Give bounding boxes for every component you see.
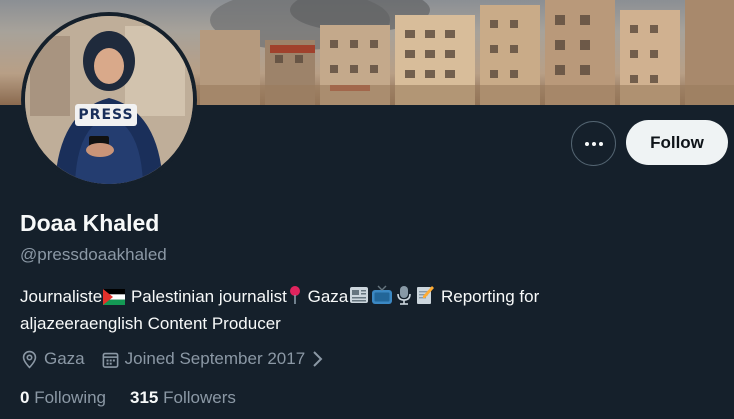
newspaper-icon [349, 285, 369, 312]
location-icon [22, 350, 37, 369]
chevron-right-icon[interactable] [311, 350, 323, 368]
avatar-photo: PRESS [25, 16, 193, 184]
profile-bio: Journaliste Palestinian journalist Gaza … [20, 285, 660, 336]
calendar-icon [102, 352, 119, 368]
follow-button[interactable]: Follow [626, 120, 728, 165]
followers-link[interactable]: 315 Followers [130, 388, 236, 408]
more-icon [584, 141, 603, 146]
profile-meta: Gaza Joined September 2017 [20, 347, 339, 371]
followers-label: Followers [163, 388, 236, 407]
bio-text-2: Palestinian journalist [126, 287, 287, 306]
palestine-flag-icon [103, 288, 126, 312]
location-item: Gaza [20, 349, 85, 369]
avatar-press-label: PRESS [78, 107, 134, 123]
more-options-button[interactable] [571, 121, 616, 166]
joined-text: Joined September 2017 [124, 349, 306, 368]
tv-icon [371, 285, 393, 312]
memo-icon [415, 285, 435, 312]
pin-icon [288, 285, 302, 312]
profile-name: Doaa Khaled [20, 210, 160, 236]
microphone-icon [395, 285, 413, 312]
followers-count: 315 [130, 388, 159, 407]
profile-handle: @pressdoaakhaled [20, 245, 167, 264]
profile-avatar[interactable]: PRESS [21, 12, 197, 188]
location-text: Gaza [44, 349, 85, 368]
bio-text-3: Gaza [302, 287, 349, 306]
joined-item[interactable]: Joined September 2017 [101, 349, 324, 369]
bio-text-5: aljazeeraenglish Content Producer [20, 314, 281, 333]
following-label: Following [34, 388, 107, 407]
bio-text-1: Journaliste [20, 287, 103, 306]
profile-page: PRESS Follow Doaa Khaled @pressdoaakhale… [0, 0, 734, 419]
bio-text-4: Reporting for [436, 287, 540, 306]
following-count: 0 [20, 388, 30, 407]
avatar-person-image [25, 16, 193, 184]
following-link[interactable]: 0 Following [20, 388, 106, 408]
profile-stats: 0 Following 315 Followers [20, 388, 260, 408]
